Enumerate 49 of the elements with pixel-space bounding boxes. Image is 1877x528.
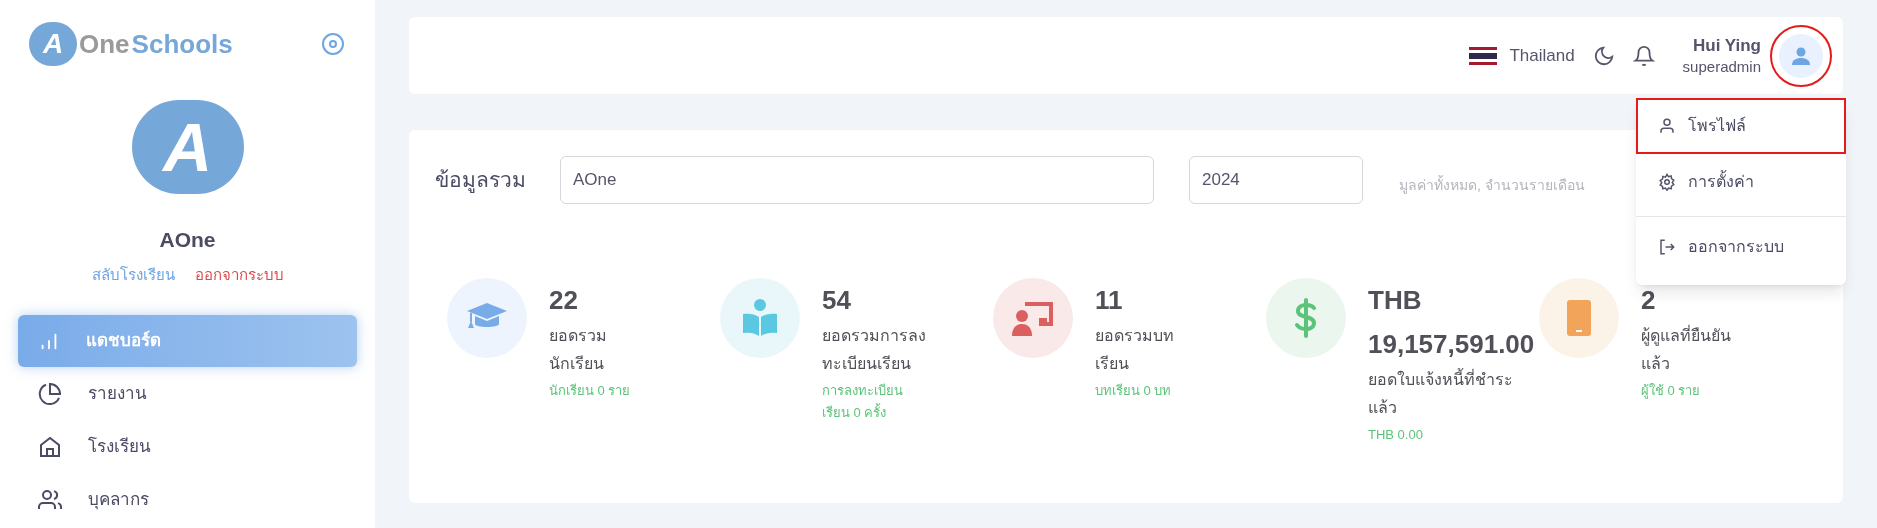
logo-text: Schools: [131, 27, 233, 61]
stat-value: 22: [549, 284, 579, 317]
stat-label: ผู้ดูแลที่ยืนยันแล้ว: [1641, 324, 1732, 374]
logo-icon: A: [29, 22, 77, 66]
stat-subtext: THB 0.00: [1368, 426, 1424, 444]
sidebar-item[interactable]: บุคลากร: [18, 474, 357, 526]
stat-label: ยอดรวมนักเรียน: [549, 326, 608, 374]
moon-icon[interactable]: [1592, 44, 1615, 67]
sidebar-item[interactable]: รายงาน: [18, 368, 357, 420]
school-logo: A: [131, 100, 244, 194]
target-icon[interactable]: [321, 32, 345, 56]
stat-subtext: การลงทะเบียนเรียน 0 ครั้ง: [822, 382, 904, 422]
school-field[interactable]: AOne: [560, 156, 1154, 204]
person-icon: [1658, 117, 1676, 135]
hint-text: มูลค่าทั้งหมด, จำนวนรายเดือน: [1399, 174, 1585, 196]
reading-book-icon: [740, 298, 780, 338]
thailand-flag-icon[interactable]: [1469, 46, 1498, 65]
stat-subtext: ผู้ใช้ 0 ราย: [1641, 382, 1702, 401]
school-name: AOne: [159, 227, 216, 253]
stat-label: ยอดรวมการลงทะเบียนเรียน: [822, 326, 927, 374]
stat-label: ยอดใบแจ้งหนี้ที่ชำระแล้ว: [1368, 366, 1533, 422]
dollar-icon: [1294, 298, 1318, 338]
menu-item[interactable]: โพรไฟล์: [1636, 98, 1846, 154]
stat-value: 11: [1095, 284, 1124, 317]
menu-item[interactable]: การตั้งค่า: [1636, 154, 1846, 210]
user-avatar[interactable]: [1779, 33, 1823, 78]
user-role: superadmin: [1682, 56, 1761, 77]
pie-chart-icon: [38, 382, 62, 406]
overview-title: ข้อมูลรวม: [435, 167, 527, 195]
stat-subtext: นักเรียน 0 ราย: [549, 382, 632, 400]
phone-icon: [1567, 300, 1591, 336]
logo-text: One: [79, 27, 130, 61]
language-label[interactable]: Thailand: [1509, 42, 1575, 69]
users-icon: [38, 488, 62, 512]
home-icon: [38, 435, 62, 459]
stat-subtext: บทเรียน 0 บท: [1095, 382, 1173, 400]
settings-icon: [1658, 173, 1676, 191]
bell-icon[interactable]: [1632, 43, 1655, 68]
stat-value: THB 19,157,591.00: [1368, 284, 1536, 361]
stat-value: 2: [1641, 284, 1657, 317]
logout-link[interactable]: ออกจากระบบ: [194, 263, 284, 286]
stat-value: 54: [822, 284, 852, 317]
logout-icon: [1658, 238, 1676, 256]
year-field[interactable]: 2024: [1189, 156, 1363, 204]
user-name: Hui Ying: [1693, 34, 1761, 57]
menu-item[interactable]: ออกจากระบบ: [1636, 219, 1846, 275]
stat-label: ยอดรวมบทเรียน: [1095, 326, 1175, 374]
sidebar-item[interactable]: โรงเรียน: [18, 421, 357, 473]
person-icon: [1791, 45, 1811, 66]
